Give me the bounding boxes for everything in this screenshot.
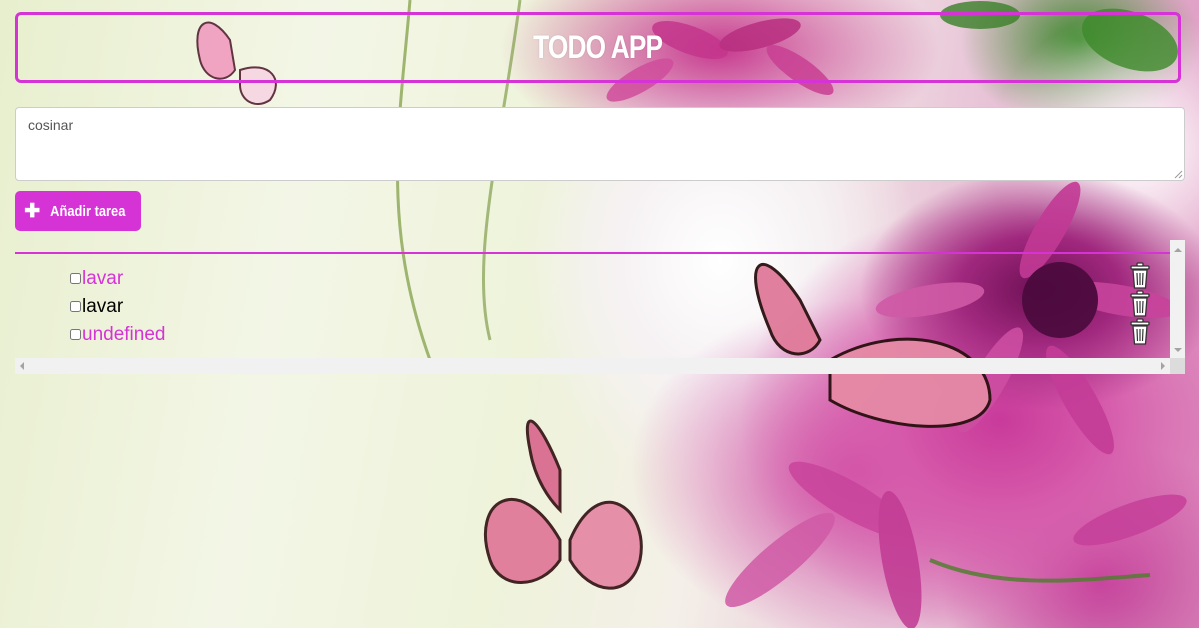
task-checkbox[interactable] [70, 272, 81, 284]
list-item: lavar [70, 265, 165, 293]
scroll-left-icon[interactable] [20, 362, 24, 370]
add-task-label: Añadir tarea [50, 202, 126, 220]
task-checkbox[interactable] [70, 328, 81, 340]
trash-icon[interactable] [1128, 318, 1152, 346]
scroll-right-icon[interactable] [1161, 362, 1165, 370]
task-label: lavar [82, 268, 124, 289]
task-list-panel: lavar lavar undefined [15, 240, 1185, 374]
task-input[interactable]: cosinar [15, 107, 1185, 181]
page-title: TODO APP [533, 29, 663, 65]
list-item: lavar [70, 293, 165, 321]
horizontal-scrollbar[interactable] [15, 358, 1170, 374]
trash-icon[interactable] [1128, 262, 1152, 290]
task-list: lavar lavar undefined [70, 265, 165, 349]
scroll-down-icon[interactable] [1174, 348, 1182, 352]
vertical-scrollbar[interactable] [1170, 240, 1185, 358]
add-task-button[interactable]: ✚ Añadir tarea [15, 191, 141, 231]
plus-icon: ✚ [24, 200, 41, 222]
resize-grip-icon[interactable] [1174, 170, 1183, 179]
scroll-up-icon[interactable] [1174, 248, 1182, 252]
list-item: undefined [70, 321, 165, 349]
trash-icon[interactable] [1128, 290, 1152, 318]
app-header: TODO APP [15, 12, 1181, 83]
scrollbar-corner [1170, 358, 1185, 374]
task-label: undefined [82, 324, 166, 345]
task-label: lavar [82, 296, 124, 317]
task-checkbox[interactable] [70, 300, 81, 312]
